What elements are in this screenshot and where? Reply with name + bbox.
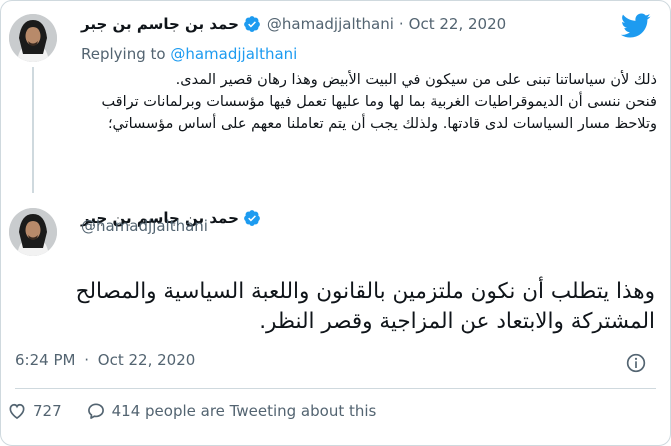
like-count: 727 bbox=[33, 402, 62, 420]
avatar-portrait-icon bbox=[9, 14, 57, 62]
author-display-name[interactable]: حمد بن جاسم بن جبر bbox=[81, 15, 239, 33]
tweet-time: 6:24 PM bbox=[15, 351, 76, 369]
separator-dot: · bbox=[398, 15, 404, 33]
tweeting-about-text: 414 people are Tweeting about this bbox=[111, 402, 377, 420]
author-handle[interactable]: @hamadjjalthani bbox=[267, 15, 394, 33]
parent-tweet-text: ذلك لأن سياساتنا تبنى على من سيكون في ال… bbox=[81, 69, 657, 135]
info-icon[interactable] bbox=[626, 353, 646, 373]
main-tweet-text: وهذا يتطلب أن نكون ملتزمين بالقانون والل… bbox=[75, 279, 655, 334]
replying-to: Replying to @hamadjjalthani bbox=[81, 45, 297, 63]
like-button[interactable]: 727 bbox=[7, 401, 62, 421]
tweet-timestamp[interactable]: 6:24 PM · Oct 22, 2020 bbox=[15, 351, 195, 369]
twitter-bird-icon[interactable] bbox=[621, 13, 651, 39]
embedded-tweet-card: حمد بن جاسم بن جبر @hamadjjalthani · Oct… bbox=[0, 0, 671, 446]
verified-badge-icon bbox=[244, 210, 260, 226]
verified-badge-icon bbox=[244, 16, 260, 32]
avatar[interactable] bbox=[9, 208, 57, 256]
tweet-actions-bar: 727 414 people are Tweeting about this bbox=[7, 401, 376, 421]
tweet-date[interactable]: Oct 22, 2020 bbox=[409, 15, 507, 33]
avatar[interactable] bbox=[9, 14, 57, 62]
author-handle[interactable]: @hamadjjalthani bbox=[81, 217, 208, 235]
tweet-text-line: ذلك لأن سياساتنا تبنى على من سيكون في ال… bbox=[175, 72, 657, 88]
avatar-portrait-icon bbox=[9, 208, 57, 256]
thread-connector-line bbox=[32, 67, 34, 193]
tweeting-about-link[interactable]: 414 people are Tweeting about this bbox=[86, 401, 377, 421]
heart-icon bbox=[9, 403, 25, 420]
tweet-text-line: فنحن ننسى أن الديموقراطيات الغربية بما ل… bbox=[101, 94, 657, 132]
tweet-date: Oct 22, 2020 bbox=[97, 351, 196, 369]
parent-tweet-header: حمد بن جاسم بن جبر @hamadjjalthani · Oct… bbox=[81, 15, 506, 33]
replying-to-label: Replying to bbox=[81, 45, 166, 63]
replying-to-mention[interactable]: @hamadjjalthani bbox=[170, 45, 297, 63]
speech-bubble-icon bbox=[87, 403, 104, 419]
divider bbox=[15, 388, 656, 389]
separator-dot: · bbox=[84, 351, 90, 369]
